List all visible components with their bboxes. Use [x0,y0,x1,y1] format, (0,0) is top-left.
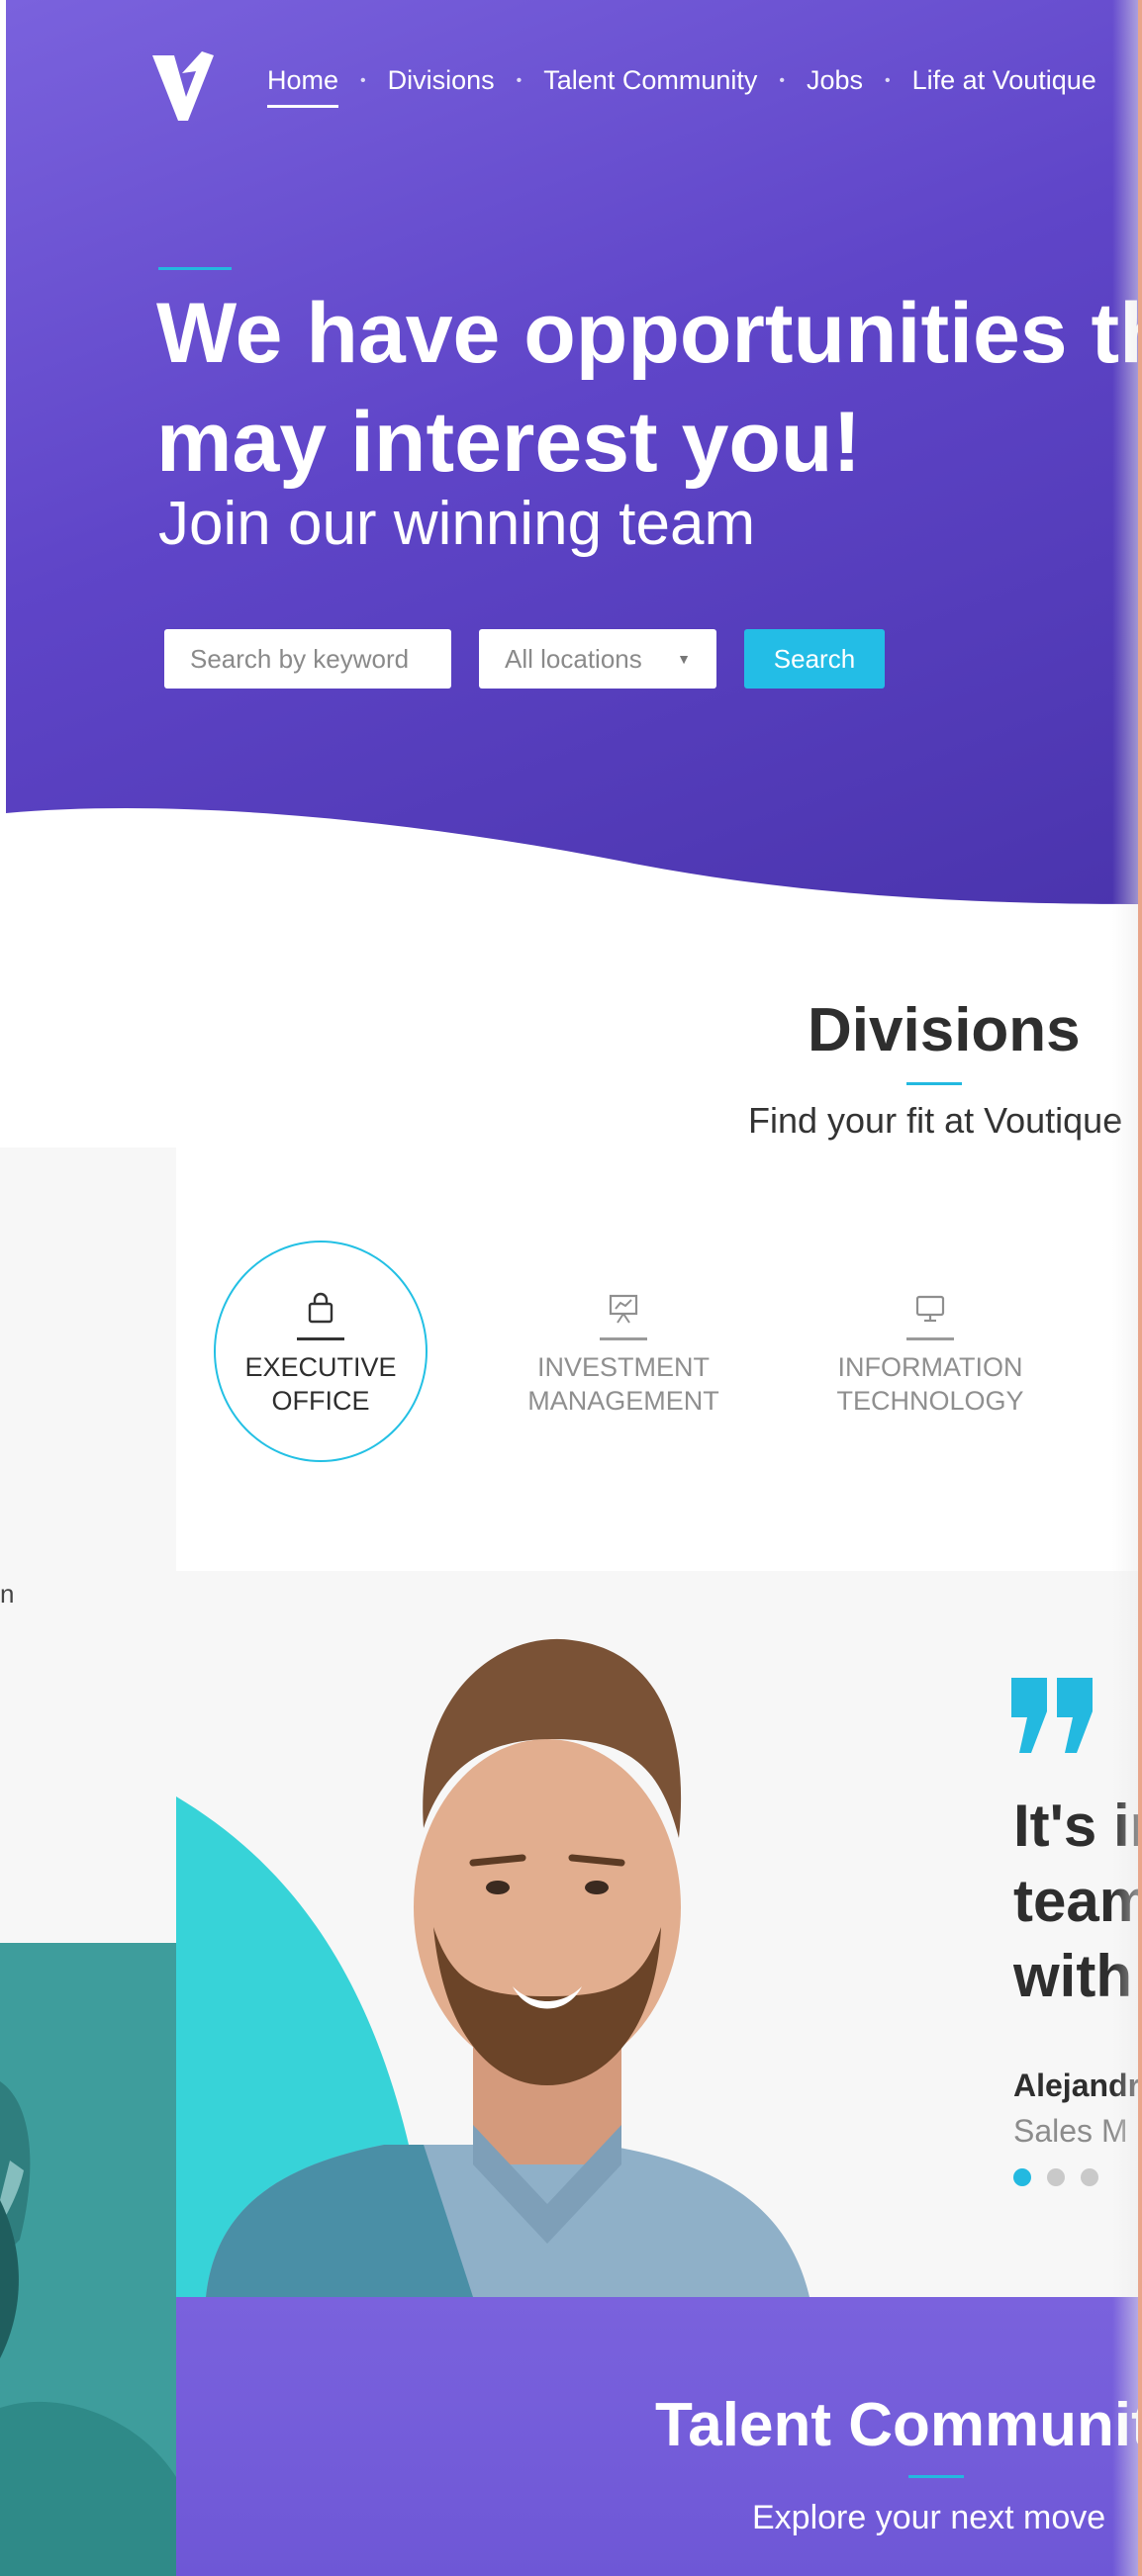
search-button[interactable]: Search [744,629,885,689]
tab-information-technology[interactable]: INFORMATION TECHNOLOGY [821,1292,1039,1418]
carousel-dot[interactable] [1047,2168,1065,2186]
shopping-bag-icon [308,1292,333,1324]
nav-talent-community[interactable]: Talent Community [543,65,757,96]
hero-accent-rule [158,267,232,270]
talent-accent-rule [908,2475,964,2478]
tab-label-line1: INFORMATION [837,1352,1023,1382]
talent-community-subtitle: Explore your next move [752,2499,1106,2536]
nav-separator: • [779,71,785,89]
keyword-search-input[interactable] [164,629,451,689]
voutique-logo[interactable] [152,51,216,121]
nav-separator: • [885,71,891,89]
hero-wave [6,808,1142,910]
presentation-chart-icon [609,1294,638,1324]
carousel-dot[interactable] [1081,2168,1098,2186]
tab-label-line2: OFFICE [271,1386,370,1416]
nav-home[interactable]: Home [267,65,339,108]
talent-community-title: Talent Communiti [655,2391,1142,2459]
tab-underline [297,1337,344,1340]
hero-title-line2: may interest you! [156,395,862,490]
right-edge-border [1138,0,1142,2576]
tab-investment-management[interactable]: INVESTMENT MANAGEMENT [515,1292,732,1418]
location-select[interactable]: All locations ▼ [479,629,716,689]
tab-label-line1: EXECUTIVE [244,1352,397,1382]
person-photo-fragment [0,1943,176,2576]
carousel-dots [1013,2168,1114,2186]
tab-label-line1: INVESTMENT [536,1352,710,1382]
nav-jobs[interactable]: Jobs [807,65,863,96]
nav-life-at-voutique[interactable]: Life at Voutique [912,65,1096,96]
left-panel-text: n [0,1579,15,1609]
hero-subtitle: Join our winning team [158,490,756,558]
caret-down-icon: ▼ [677,651,691,667]
testimonial-illustration [176,1638,809,2297]
divisions-title: Divisions [808,996,1081,1064]
testimonial-quote: It's ir team with [1013,1793,1142,2009]
tab-underline [600,1337,647,1340]
testimonial-section [176,1571,1142,2297]
divisions-subtitle: Find your fit at Voutique [748,1100,1123,1141]
hero-title: We have opportunities th may interest yo… [156,279,1142,497]
main-nav: Home • Divisions • Talent Community • Jo… [267,65,1096,108]
monitor-icon [915,1295,945,1323]
nav-divisions[interactable]: Divisions [388,65,495,96]
testimonial-role: Sales M [1013,2113,1128,2149]
nav-separator: • [516,71,523,89]
nav-separator: • [360,71,366,89]
location-select-value: All locations [505,643,642,674]
quote-icon [1011,1678,1093,1753]
hero-title-line1: We have opportunities th [156,286,1142,381]
tab-executive-office[interactable]: EXECUTIVE OFFICE [212,1292,429,1418]
divisions-accent-rule [906,1082,962,1085]
tab-label-line2: MANAGEMENT [527,1386,719,1416]
tab-underline [906,1337,954,1340]
left-overlay-panel [0,1148,176,1943]
tab-label-line2: TECHNOLOGY [836,1386,1024,1416]
testimonial-author: Alejandr [1013,2068,1141,2103]
carousel-dot[interactable] [1013,2168,1031,2186]
left-panel-photo [0,1943,176,2576]
